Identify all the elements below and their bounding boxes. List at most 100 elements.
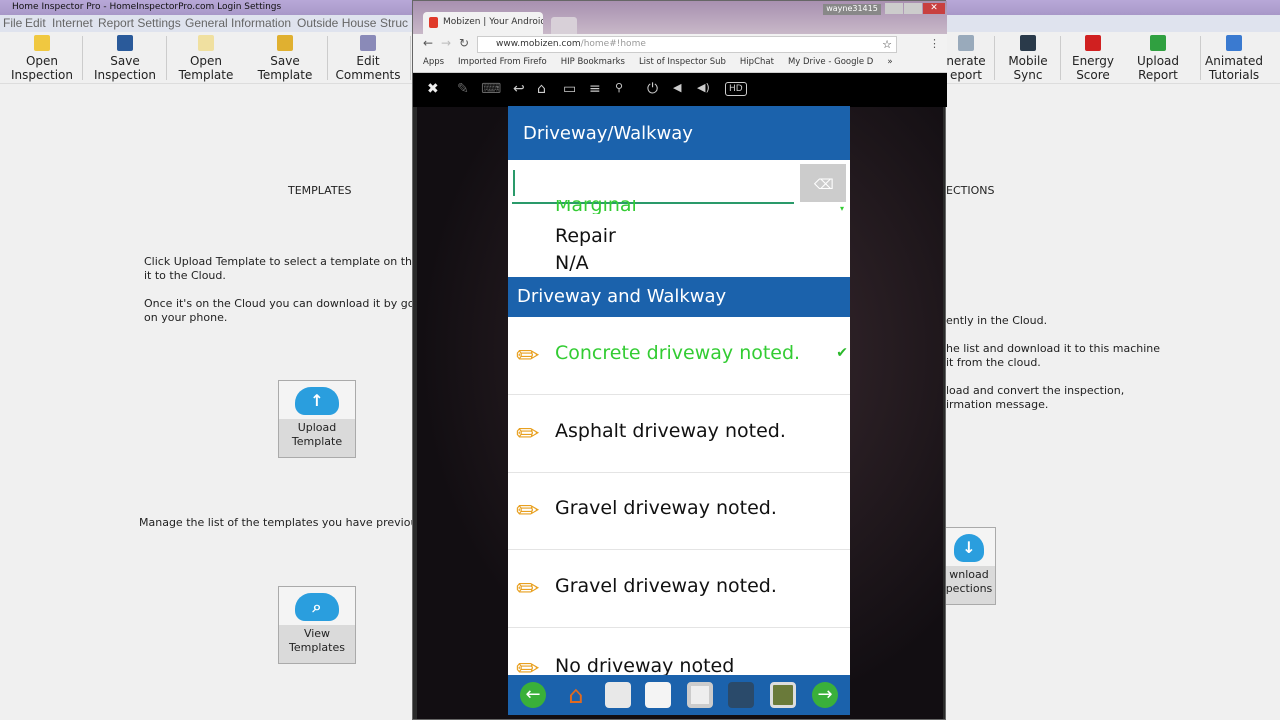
section-header: Driveway and Walkway [508,277,850,317]
minimize-button[interactable] [885,3,903,14]
option-repair[interactable]: Repair [555,225,616,247]
android-home-icon[interactable]: ⌂ [537,81,546,97]
label: Upload [297,421,337,434]
view-templates-button[interactable]: ⌕ View Templates [278,586,356,664]
pencil-icon[interactable]: ✎ [457,81,469,97]
profile-badge[interactable]: wayne31415 [823,4,881,15]
comment-list-item[interactable]: ✏ Gravel driveway noted. [508,472,850,550]
upload-template-button[interactable]: ↑ Upload Template [278,380,356,458]
bookmark-inspector-list[interactable]: List of Inspector Sub [639,57,726,67]
prev-arrow-icon[interactable]: ← [520,682,546,708]
toolbar-upload-report-button[interactable]: Upload Report [1118,35,1198,82]
menu-dots-icon[interactable]: ⋮ [929,37,940,50]
comment-list-item[interactable]: ✏ Gravel driveway noted. [508,550,850,628]
phone-title: Driveway/Walkway [508,106,850,160]
comment-text: No driveway noted [555,655,735,677]
menu-structure[interactable]: Struc [380,16,408,30]
new-tab-button[interactable] [551,17,577,34]
floppy-icon [277,35,293,51]
photo-gallery-icon[interactable] [770,682,796,708]
forward-icon[interactable]: → [441,36,451,50]
label: Open [189,54,223,68]
comment-search-input[interactable] [512,164,794,204]
toolbar-edit-comments-button[interactable]: Edit Comments [328,35,408,82]
filter-document-icon[interactable] [605,682,631,708]
pencil-icon[interactable]: ✏ [516,417,546,451]
browser-tab-bar: Mobizen | Your Android × wayne31415 ✕ [413,1,947,34]
toolbar-open-template-button[interactable]: Open Template [166,35,246,82]
menu-edit[interactable]: Edit [25,16,46,30]
bookmark-hipchat[interactable]: HipChat [740,57,774,67]
close-window-button[interactable]: ✕ [923,3,945,14]
text-line: it to the Cloud. [144,269,226,282]
comment-list-item[interactable]: ✏ Asphalt driveway noted. [508,395,850,473]
bookmark-drive[interactable]: My Drive - Google D [788,57,873,67]
home-icon[interactable]: ⌂ [563,682,589,708]
option-marginal[interactable]: Marginal [555,200,637,214]
menu-internet[interactable]: Internet [52,16,93,30]
reload-icon[interactable]: ↻ [459,36,469,50]
video-icon[interactable] [728,682,754,708]
backspace-clear-button[interactable]: ⌫ [800,164,846,202]
option-na[interactable]: N/A [555,252,589,274]
templates-text-1: Click Upload Template to select a templa… [144,255,437,283]
toolbar-divider [410,36,411,80]
toolbar-save-inspection-button[interactable]: Save Inspection [85,35,165,82]
url-path: /home#!home [580,39,646,49]
recent-apps-icon[interactable]: ▭ [563,81,576,97]
help-icon [1226,35,1242,51]
document-icon [198,35,214,51]
text-line: on your phone. [144,311,228,324]
comment-list-item[interactable]: ✏ Concrete driveway noted. ✔ [508,317,850,395]
menu-report-settings[interactable]: Report Settings [98,16,181,30]
inspections-text-3: load and convert the inspection, irmation… [946,384,1124,412]
power-icon[interactable]: ⏻ [647,81,658,97]
toolbar-save-template-button[interactable]: Save Template [245,35,325,82]
bookmarks-bar: Apps Imported From Firefo HIP Bookmarks Lis… [413,54,947,73]
pencil-icon[interactable]: ✏ [516,339,546,373]
next-arrow-icon[interactable]: → [812,682,838,708]
text-line: load and convert the inspection, [946,384,1125,397]
phone-icon [1020,35,1036,51]
label: Template [291,435,343,448]
bookmark-imported[interactable]: Imported From Firefo [458,57,547,67]
menu-file[interactable]: File [3,16,22,30]
pencil-icon[interactable]: ✏ [516,494,546,528]
bookmark-star-icon[interactable]: ☆ [882,38,892,51]
text-line: it from the cloud. [946,356,1041,369]
browser-tab[interactable]: Mobizen | Your Android × [423,12,543,34]
comment-text: Gravel driveway noted. [555,575,777,597]
bookmark-hip[interactable]: HIP Bookmarks [561,57,625,67]
bookmarks-more[interactable]: » [887,57,892,67]
url-host: www.mobizen.com [496,39,581,49]
volume-up-icon[interactable]: ◀) [697,81,710,94]
bookmark-apps[interactable]: Apps [423,57,444,67]
toolbar-divider [1060,36,1061,80]
camera-icon[interactable] [687,682,713,708]
toolbar-open-inspection-button[interactable]: Open Inspection [2,35,82,82]
cloud-download-icon: ↓ [954,534,984,562]
label: Report [1138,68,1178,82]
backspace-icon: ⌫ [814,177,834,193]
toolbar-animated-tutorials-button[interactable]: Animated Tutorials [1194,35,1274,82]
hd-button[interactable]: HD [725,82,747,96]
new-folder-icon[interactable] [645,682,671,708]
menu-icon[interactable]: ≡ [589,81,601,97]
volume-down-icon[interactable]: ◀ [673,81,681,94]
android-back-icon[interactable]: ↩ [513,81,525,97]
keyboard-icon[interactable]: ⌨ [481,81,501,97]
inspections-text-1: ently in the Cloud. [946,314,1048,327]
pen-icon [1085,35,1101,51]
search-icon[interactable]: ⚲ [615,81,623,94]
inspections-heading: ECTIONS [946,184,995,197]
text-line: Click Upload Template to select a templa… [144,255,438,268]
pencil-icon[interactable]: ✏ [516,572,546,606]
back-icon[interactable]: ← [423,36,433,50]
label: Comments [335,68,401,82]
report-icon [958,35,974,51]
url-input[interactable]: www.mobizen.com/home#!home ☆ [477,36,897,53]
menu-general-information[interactable]: General Information [185,16,291,30]
menu-outside-house[interactable]: Outside House [297,16,376,30]
maximize-button[interactable] [904,3,922,14]
close-icon[interactable]: ✖ [427,81,439,97]
